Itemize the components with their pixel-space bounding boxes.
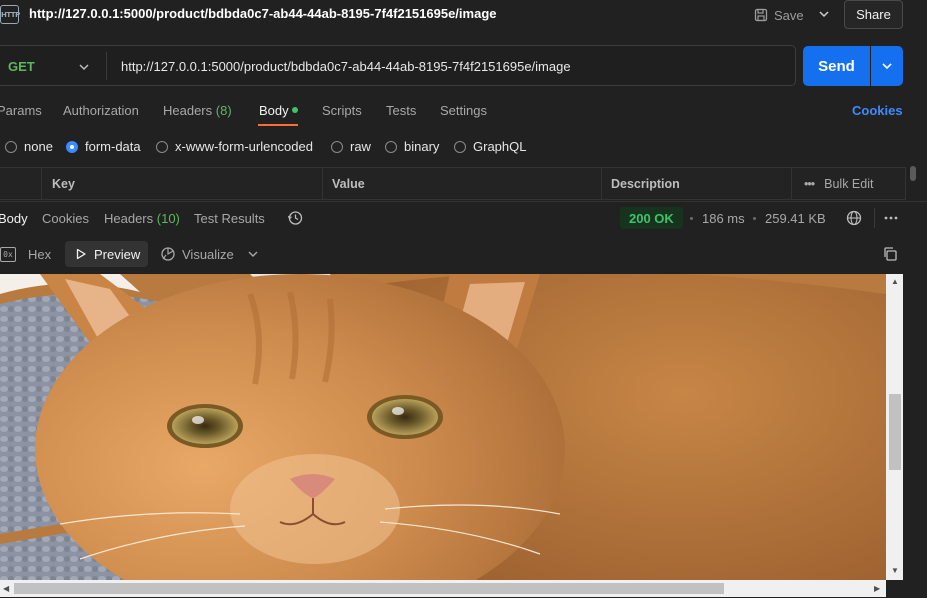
- radio-button[interactable]: [331, 140, 343, 153]
- view-hex-label: Hex: [28, 246, 52, 262]
- radio-raw[interactable]: raw: [331, 139, 371, 154]
- tab-scripts[interactable]: Scripts: [322, 103, 362, 118]
- pane-divider[interactable]: [0, 201, 927, 202]
- body-indicator-dot: [292, 107, 298, 113]
- column-divider: [791, 168, 792, 199]
- url-input[interactable]: http://127.0.0.1:5000/product/bdbda0c7-a…: [121, 59, 571, 74]
- more-horizontal-icon[interactable]: [883, 210, 899, 226]
- radio-binary[interactable]: binary: [385, 139, 439, 154]
- view-visualize-label: Visualize: [182, 246, 234, 262]
- view-hex-button[interactable]: 0x Hex: [0, 242, 51, 266]
- tab-tests[interactable]: Tests: [386, 103, 416, 118]
- radio-button[interactable]: [454, 140, 466, 153]
- tab-response-headers[interactable]: Headers (10): [104, 211, 180, 226]
- copy-icon[interactable]: [882, 246, 898, 262]
- globe-icon[interactable]: [846, 210, 862, 226]
- radio-raw-label: raw: [350, 139, 371, 154]
- vertical-scrollbar-thumb[interactable]: [889, 394, 901, 470]
- view-visualize-button[interactable]: Visualize: [160, 242, 234, 266]
- radio-form-data[interactable]: form-data: [66, 139, 141, 154]
- tab-test-results[interactable]: Test Results: [194, 211, 265, 226]
- radio-button[interactable]: [385, 140, 397, 153]
- scroll-down-arrow-icon[interactable]: ▼: [891, 566, 899, 575]
- tab-headers-count: (8): [215, 103, 232, 118]
- tab-params[interactable]: Params: [0, 103, 42, 118]
- column-description: Description: [611, 176, 680, 191]
- radio-button[interactable]: [5, 140, 17, 153]
- tab-response-headers-label: Headers: [104, 211, 154, 226]
- scrollbar-thumb[interactable]: [910, 166, 916, 181]
- separator-dot: [690, 217, 693, 220]
- response-image-preview: [0, 274, 886, 580]
- column-value: Value: [332, 176, 365, 191]
- more-horizontal-icon: •••: [804, 176, 815, 191]
- cookies-link[interactable]: Cookies: [852, 103, 903, 118]
- tab-response-body[interactable]: Body: [0, 211, 28, 226]
- radio-button-checked[interactable]: [66, 140, 78, 153]
- radio-none[interactable]: none: [5, 139, 53, 154]
- active-tab-underline: [258, 124, 298, 126]
- response-time[interactable]: 186 ms: [702, 211, 745, 226]
- divider: [106, 52, 107, 80]
- tab-authorization[interactable]: Authorization: [63, 103, 139, 118]
- view-preview-button[interactable]: Preview: [65, 241, 148, 267]
- divider: [874, 208, 875, 228]
- radio-urlencoded-label: x-www-form-urlencoded: [175, 139, 313, 154]
- column-key: Key: [52, 176, 75, 191]
- tab-settings[interactable]: Settings: [440, 103, 487, 118]
- chevron-down-icon[interactable]: [817, 7, 831, 21]
- radio-urlencoded[interactable]: x-www-form-urlencoded: [156, 139, 313, 154]
- horizontal-scrollbar-thumb[interactable]: [14, 583, 724, 594]
- bulk-edit-button[interactable]: ••• Bulk Edit: [804, 168, 873, 199]
- column-divider: [322, 168, 323, 199]
- send-options-button[interactable]: [871, 46, 903, 86]
- chevron-down-icon[interactable]: [246, 247, 260, 261]
- radio-graphql-label: GraphQL: [473, 139, 527, 154]
- radio-none-label: none: [24, 139, 53, 154]
- save-button[interactable]: Save: [754, 4, 804, 26]
- tab-headers-label: Headers: [163, 103, 213, 118]
- send-button[interactable]: Send: [803, 46, 870, 86]
- response-size[interactable]: 259.41 KB: [765, 211, 826, 226]
- play-icon: [76, 248, 86, 260]
- hex-icon: 0x: [0, 246, 16, 262]
- radio-graphql[interactable]: GraphQL: [454, 139, 526, 154]
- separator-dot: [753, 217, 756, 220]
- chevron-down-icon[interactable]: [77, 60, 91, 74]
- cat-photo-image: [0, 274, 886, 580]
- save-label: Save: [774, 7, 804, 23]
- radio-binary-label: binary: [404, 139, 440, 154]
- chevron-down-icon: [882, 63, 892, 70]
- visualize-icon: [161, 247, 175, 261]
- params-table-header: Key Value Description ••• Bulk Edit: [0, 167, 906, 200]
- radio-form-data-label: form-data: [85, 139, 141, 154]
- http-request-icon: HTTP: [0, 5, 20, 24]
- request-title[interactable]: http://127.0.0.1:5000/product/bdbda0c7-a…: [29, 6, 497, 21]
- radio-button[interactable]: [156, 140, 168, 153]
- scroll-up-arrow-icon[interactable]: ▲: [891, 277, 899, 286]
- column-divider: [601, 168, 602, 199]
- view-preview-label: Preview: [94, 246, 141, 262]
- status-badge[interactable]: 200 OK: [620, 207, 683, 229]
- column-divider: [41, 168, 42, 199]
- method-select[interactable]: GET: [8, 59, 35, 74]
- share-button[interactable]: Share: [844, 0, 903, 29]
- tab-response-cookies[interactable]: Cookies: [42, 211, 89, 226]
- scroll-right-arrow-icon[interactable]: ▶: [874, 584, 880, 593]
- scroll-left-arrow-icon[interactable]: ◀: [3, 584, 9, 593]
- tab-headers[interactable]: Headers (8): [163, 103, 232, 118]
- history-icon[interactable]: [287, 210, 303, 226]
- save-icon: [754, 8, 768, 22]
- bulk-edit-label: Bulk Edit: [824, 176, 874, 191]
- tab-response-headers-count: (10): [156, 211, 180, 226]
- tab-body[interactable]: Body: [259, 103, 289, 118]
